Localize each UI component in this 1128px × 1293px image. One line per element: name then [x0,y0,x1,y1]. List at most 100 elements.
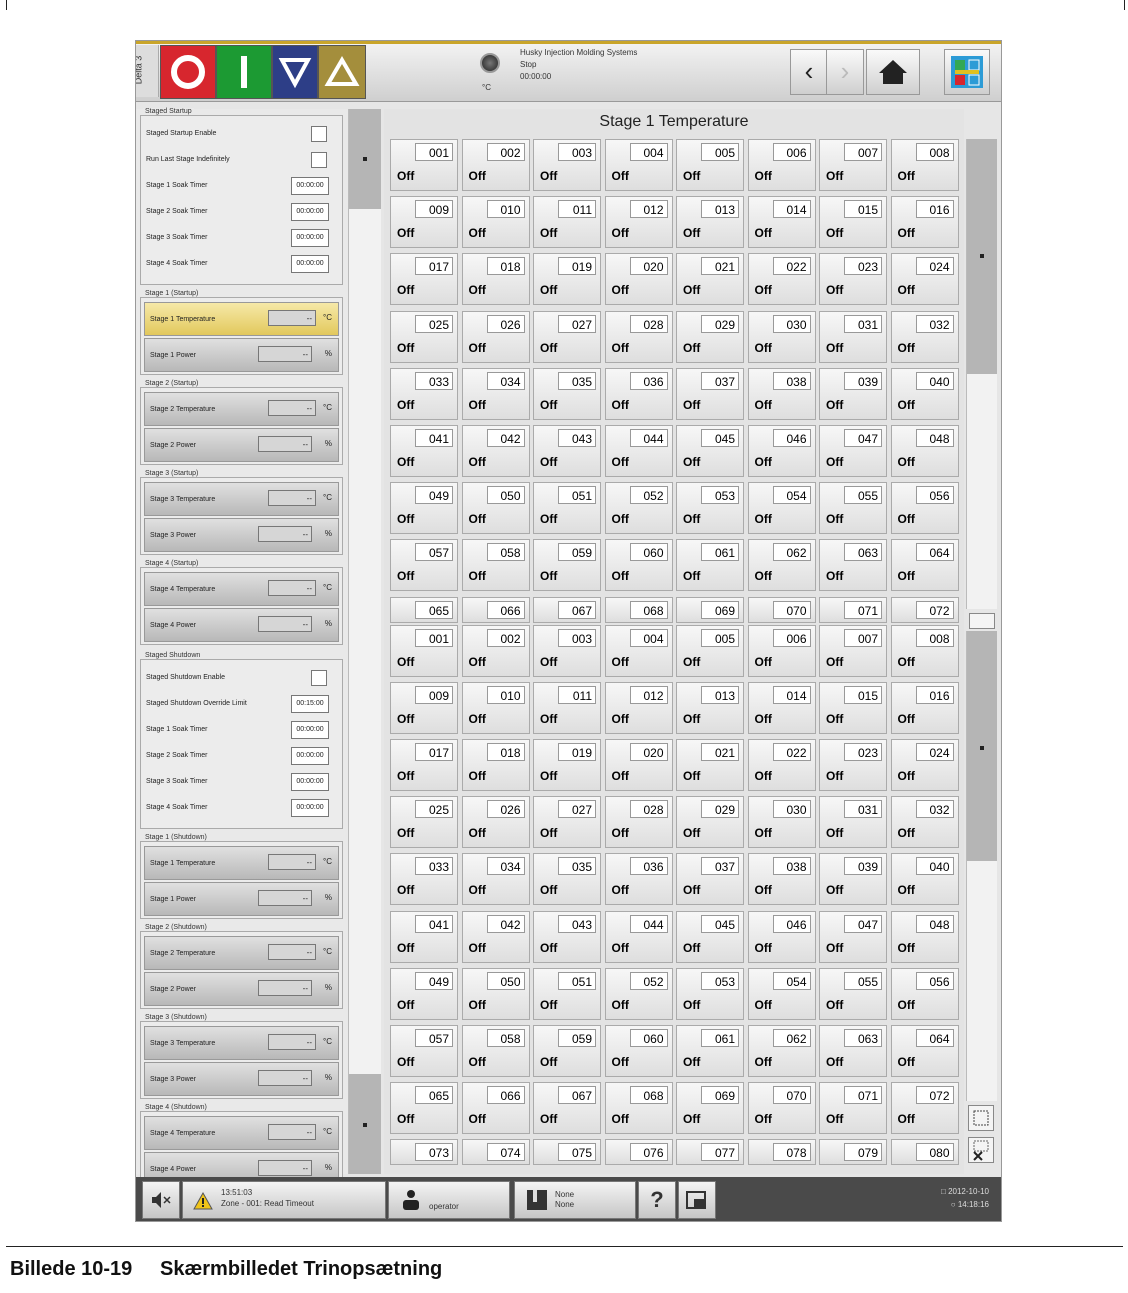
screenshot-button[interactable] [678,1181,716,1219]
zone-button[interactable]: 056 Off [890,482,959,535]
zone-button[interactable]: 013 Off [676,196,744,249]
zone-button[interactable]: 056 Off [890,967,959,1020]
setpoint-value[interactable]: -- [268,310,316,326]
zone-button[interactable]: 002 Off [461,624,530,677]
zone-button[interactable]: 066 [461,596,530,623]
zone-button[interactable]: 052 Off [604,482,673,535]
zone-button[interactable]: 034 Off [461,853,530,906]
zone-button[interactable]: 012 Off [604,681,673,734]
zone-button[interactable]: 069 [676,596,744,623]
stage-setpoint-row[interactable]: Stage 2 Temperature -- °C [144,936,339,970]
stage-setpoint-row[interactable]: Stage 4 Power --% [144,608,339,642]
setpoint-value[interactable]: -- [268,400,316,416]
zone-button[interactable]: 045 Off [676,910,744,963]
stage-setpoint-row[interactable]: Stage 3 Temperature -- °C [144,482,339,516]
zone-button[interactable]: 069 Off [676,1082,744,1135]
stop-button[interactable] [160,45,216,99]
zone-button[interactable]: 005 Off [676,139,744,191]
zone-button[interactable]: 023 Off [819,739,887,791]
zone-button[interactable]: 010 Off [461,196,530,249]
zone-button[interactable]: 043 Off [533,425,601,477]
zone-button[interactable]: 048 Off [890,910,959,963]
zone-button[interactable]: 001 Off [390,624,458,677]
zone-button[interactable]: 036 Off [604,367,673,420]
zone-button[interactable]: 040 Off [890,367,959,420]
zone-button[interactable]: 080 [890,1139,959,1166]
stage-setpoint-row[interactable]: Stage 4 Temperature -- °C [144,1116,339,1150]
zone-button[interactable]: 074 [461,1139,530,1166]
zone-button[interactable]: 013 Off [676,681,744,734]
zone-button[interactable]: 035 Off [533,853,601,906]
stage-setpoint-row[interactable]: Stage 1 Power --% [144,882,339,916]
zone-button[interactable]: 063 Off [819,539,887,592]
zone-button[interactable]: 076 [604,1139,673,1166]
zone-button[interactable]: 035 Off [533,367,601,420]
setpoint-value[interactable]: -- [268,490,316,506]
zone-button[interactable]: 032 Off [890,796,959,849]
zone-button[interactable]: 063 Off [819,1025,887,1077]
zone-button[interactable]: 036 Off [604,853,673,906]
zone-button[interactable]: 072 Off [890,1082,959,1135]
zone-button[interactable]: 079 [819,1139,887,1166]
zone-button[interactable]: 042 Off [461,910,530,963]
zone-button[interactable]: 059 Off [533,539,601,592]
setpoint-value[interactable]: -- [258,1160,312,1176]
timer-field[interactable]: 00:00:00 [291,721,329,739]
zone-button[interactable]: 014 Off [747,681,816,734]
timer-field[interactable]: 00:00:00 [291,177,329,195]
zone-button[interactable]: 044 Off [604,910,673,963]
zone-button[interactable]: 006 Off [747,624,816,677]
setpoint-value[interactable]: -- [258,346,312,362]
stage-setpoint-row[interactable]: Stage 1 Power --% [144,338,339,372]
zone-button[interactable]: 046 Off [747,910,816,963]
zone-button[interactable]: 028 Off [604,796,673,849]
zone-button[interactable]: 031 Off [819,310,887,363]
zone-button[interactable]: 029 Off [676,796,744,849]
zone-button[interactable]: 037 Off [676,367,744,420]
zone-button[interactable]: 002 Off [461,139,530,191]
zone-button[interactable]: 029 Off [676,310,744,363]
setpoint-value[interactable]: -- [268,944,316,960]
zone-button[interactable]: 038 Off [747,367,816,420]
zone-button[interactable]: 001 Off [390,139,458,191]
zone-button[interactable]: 057 Off [390,539,458,592]
zone-button[interactable]: 046 Off [747,425,816,477]
zone-button[interactable]: 003 Off [533,624,601,677]
zone-button[interactable]: 028 Off [604,310,673,363]
zone-button[interactable]: 051 Off [533,967,601,1020]
zone-button[interactable]: 041 Off [390,425,458,477]
setpoint-value[interactable]: -- [258,616,312,632]
zone-button[interactable]: 078 [747,1139,816,1166]
zone-button[interactable]: 021 Off [676,739,744,791]
setpoint-value[interactable]: -- [268,580,316,596]
zone-button[interactable]: 053 Off [676,482,744,535]
zone-button[interactable]: 039 Off [819,853,887,906]
zone-button[interactable]: 066 Off [461,1082,530,1135]
enable-checkbox[interactable] [311,152,327,168]
zone-button[interactable]: 005 Off [676,624,744,677]
zone-button[interactable]: 059 Off [533,1025,601,1077]
machine-tab[interactable]: Delta 3 [136,45,159,97]
zone-button[interactable]: 068 [604,596,673,623]
zone-button[interactable]: 051 Off [533,482,601,535]
zone-button[interactable]: 027 Off [533,310,601,363]
zone-button[interactable]: 068 Off [604,1082,673,1135]
home-button[interactable] [866,49,920,95]
close-grid-icon[interactable] [968,1137,994,1163]
zone-button[interactable]: 026 Off [461,310,530,363]
zone-button[interactable]: 009 Off [390,196,458,249]
stage-setpoint-row[interactable]: Stage 4 Temperature -- °C [144,572,339,606]
zone-button[interactable]: 062 Off [747,539,816,592]
forward-button[interactable]: › [826,49,864,95]
enable-checkbox[interactable] [311,126,327,142]
upper-right-scrollbar[interactable] [966,139,997,609]
zone-button[interactable]: 021 Off [676,253,744,306]
zone-button[interactable]: 030 Off [747,310,816,363]
timer-field[interactable]: 00:00:00 [291,203,329,221]
zone-button[interactable]: 054 Off [747,967,816,1020]
zone-button[interactable]: 022 Off [747,253,816,306]
zone-button[interactable]: 010 Off [461,681,530,734]
timer-field[interactable]: 00:15:00 [291,695,329,713]
setpoint-value[interactable]: -- [268,1034,316,1050]
zone-button[interactable]: 045 Off [676,425,744,477]
